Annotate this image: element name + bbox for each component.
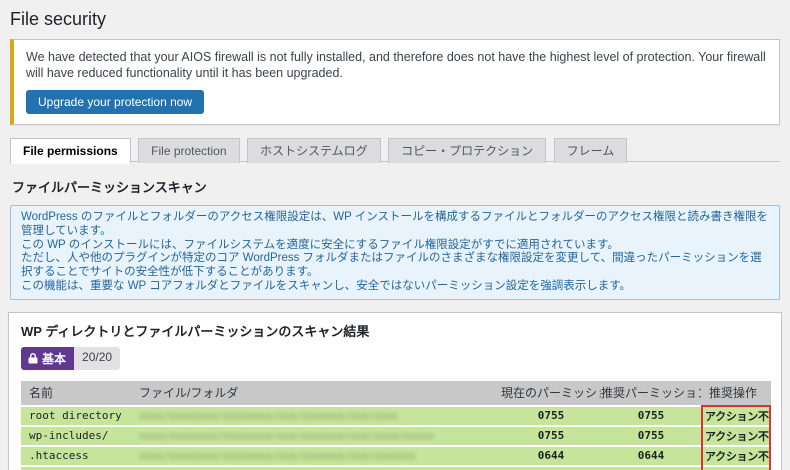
permissions-info-box: WordPress のファイルとフォルダーのアクセス権限設定は、WP インストー… [10, 205, 780, 300]
info-line: この WP のインストールには、ファイルシステムを適度に安全にするファイル権限設… [21, 238, 619, 251]
file-security-page: File security We have detected that your… [0, 0, 790, 470]
scan-level-badge: 基本 20/20 [21, 346, 121, 370]
cell-current-permission: 0755 [501, 406, 601, 425]
table-row: root directory xxxx/xxxxxxxx/xxxxxxxx/xx… [21, 406, 771, 425]
info-line: ただし、人や他のプラグインが特定のコア WordPress フォルダまたはファイ… [21, 252, 762, 279]
tab-frames[interactable]: フレーム [553, 138, 628, 163]
info-line: この機能は、重要な WP コアフォルダとファイルをスキャンし、安全ではないパーミ… [21, 279, 632, 292]
table-header-row: 名前 ファイル/フォルダ 現在のパーミッション 推奨パーミッション 推奨操作 [21, 380, 771, 405]
cell-recommended-permission: 0644 [601, 446, 701, 465]
tab-file-protection[interactable]: File protection [138, 138, 240, 163]
col-header-file: ファイル/フォルダ [131, 380, 501, 405]
cell-recommended-action: アクション不要 [701, 446, 771, 465]
cell-path-redacted: xxxx/xxxxxxxx/xxxxxxxx/xxx/xxxxxxx/xxx/x… [139, 450, 416, 462]
badge-level-label: 基本 [42, 351, 67, 366]
badge-basic-level: 基本 [21, 346, 75, 370]
col-header-recommended-action: 推奨操作 [701, 380, 771, 405]
permissions-table: 名前 ファイル/フォルダ 現在のパーミッション 推奨パーミッション 推奨操作 r… [21, 379, 771, 470]
cell-name: wp-includes/ [21, 426, 131, 445]
scan-results-heading: WP ディレクトリとファイルパーミッションのスキャン結果 [21, 323, 370, 339]
cell-recommended-permission: 0755 [601, 426, 701, 445]
cell-recommended-action: アクション不要 [701, 406, 771, 425]
firewall-warning-notice: We have detected that your AIOS firewall… [10, 39, 780, 125]
cell-path-redacted: xxxx/xxxxxxxx/xxxxxxxx/xxx/xxxxxxx/xxx/x… [139, 410, 398, 422]
scan-results-panel: WP ディレクトリとファイルパーミッションのスキャン結果 基本 20/20 名前… [8, 311, 782, 470]
tab-bar: File permissions File protection ホストシステム… [10, 137, 780, 164]
permissions-table-wrap: 名前 ファイル/フォルダ 現在のパーミッション 推奨パーミッション 推奨操作 r… [21, 379, 771, 470]
cell-current-permission: 0755 [501, 426, 601, 445]
badge-count: 20/20 [74, 346, 121, 370]
cell-name: .htaccess [21, 446, 131, 465]
tab-copy-protection[interactable]: コピー・プロテクション [388, 138, 547, 163]
cell-name: root directory [21, 406, 131, 425]
table-row: wp-includes/ xxxx/xxxxxxxx/xxxxxxxx/xxx/… [21, 426, 771, 445]
lock-icon [28, 352, 38, 364]
col-header-current-permission: 現在のパーミッション [501, 380, 601, 405]
cell-recommended-permission: 0755 [601, 406, 701, 425]
tab-host-system-logs[interactable]: ホストシステムログ [246, 138, 381, 163]
cell-current-permission: 0644 [501, 446, 601, 465]
upgrade-protection-button[interactable]: Upgrade your protection now [26, 90, 205, 114]
cell-recommended-action: アクション不要 [701, 426, 771, 445]
col-header-recommended-permission: 推奨パーミッション [601, 380, 701, 405]
page-title: File security [10, 9, 107, 29]
tab-file-permissions[interactable]: File permissions [10, 138, 131, 164]
file-permissions-scan-heading: ファイルパーミッションスキャン [12, 180, 207, 195]
table-row: .htaccess xxxx/xxxxxxxx/xxxxxxxx/xxx/xxx… [21, 446, 771, 465]
cell-path-redacted: xxxx/xxxxxxxx/xxxxxxxx/xxx/xxxxxxx/xxx/x… [139, 430, 435, 442]
info-line: WordPress のファイルとフォルダーのアクセス権限設定は、WP インストー… [21, 211, 768, 237]
firewall-warning-text: We have detected that your AIOS firewall… [26, 50, 766, 80]
col-header-name: 名前 [21, 380, 131, 405]
